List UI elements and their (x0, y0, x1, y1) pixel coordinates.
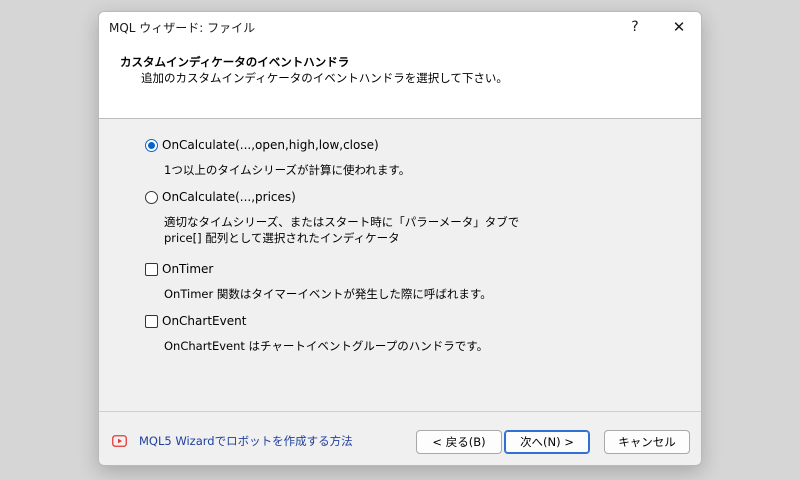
window-title: MQL ウィザード: ファイル (109, 21, 256, 35)
option-ontimer[interactable]: OnTimer (145, 262, 213, 276)
header-title: カスタムインディケータのイベントハンドラ (120, 55, 350, 69)
radio-button[interactable] (145, 190, 158, 204)
description-line: 適切なタイムシリーズ、またはスタート時に「パラーメータ」タブで (164, 215, 520, 229)
youtube-icon (112, 435, 127, 447)
radio-button-selected[interactable] (145, 138, 158, 152)
help-button[interactable]: ? (617, 15, 653, 39)
option-oncalculate-ohlc[interactable]: OnCalculate(...,open,high,low,close) (145, 138, 379, 152)
next-button[interactable]: 次へ(N) > (504, 430, 590, 454)
option-label: OnTimer (162, 262, 214, 276)
option-label: OnCalculate(...,open,high,low,close) (162, 138, 379, 152)
option-description: OnChartEvent はチャートイベントグループのハンドラです。 (164, 338, 488, 354)
option-label: OnCalculate(...,prices) (162, 190, 296, 204)
description-line: OnTimer 関数はタイマーイベントが発生した際に呼ばれます。 (164, 287, 492, 301)
footer-divider (99, 411, 701, 412)
close-button[interactable]: ✕ (661, 15, 697, 39)
checkbox[interactable] (145, 262, 158, 276)
title-bar: MQL ウィザード: ファイル ? ✕ (99, 12, 701, 42)
description-line: price[] 配列として選択されたインディケータ (164, 231, 400, 245)
checkbox[interactable] (145, 314, 158, 328)
header-subtitle: 追加のカスタムインディケータのイベントハンドラを選択して下さい。 (141, 71, 508, 85)
option-oncalculate-prices[interactable]: OnCalculate(...,prices) (145, 190, 296, 204)
option-description: 適切なタイムシリーズ、またはスタート時に「パラーメータ」タブで price[] … (164, 214, 519, 246)
cancel-button[interactable]: キャンセル (604, 430, 690, 454)
help-link-text[interactable]: MQL5 Wizardでロボットを作成する方法 (139, 433, 353, 449)
option-description: OnTimer 関数はタイマーイベントが発生した際に呼ばれます。 (164, 286, 492, 302)
back-button[interactable]: < 戻る(B) (416, 430, 502, 454)
help-video-link[interactable]: MQL5 Wizardでロボットを作成する方法 (112, 433, 353, 449)
option-description: 1つ以上のタイムシリーズが計算に使われます。 (164, 162, 410, 178)
wizard-header: カスタムインディケータのイベントハンドラ 追加のカスタムインディケータのイベント… (99, 42, 701, 119)
description-line: 1つ以上のタイムシリーズが計算に使われます。 (164, 163, 411, 177)
description-line: OnChartEvent はチャートイベントグループのハンドラです。 (164, 339, 489, 353)
mql-wizard-dialog: MQL ウィザード: ファイル ? ✕ カスタムインディケータのイベントハンドラ… (98, 11, 702, 466)
option-onchartevent[interactable]: OnChartEvent (145, 314, 246, 328)
option-label: OnChartEvent (162, 314, 247, 328)
